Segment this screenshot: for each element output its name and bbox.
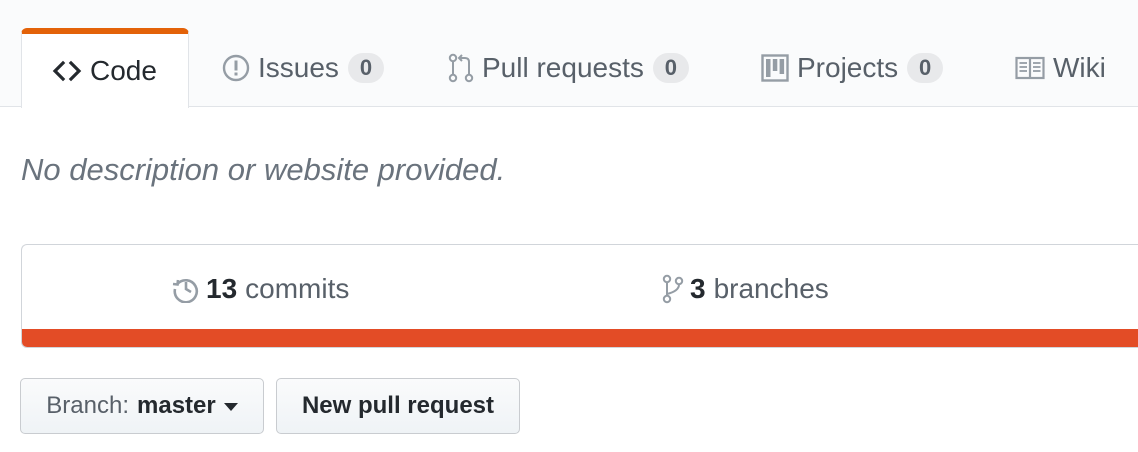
dropdown-caret-icon <box>223 403 238 411</box>
commits-link[interactable]: 13 commits <box>172 271 349 307</box>
tab-projects[interactable]: Projects 0 <box>761 28 944 107</box>
tab-wiki[interactable]: Wiki <box>1015 28 1106 107</box>
repo-summary: 13 commits 3 branches <box>21 244 1138 348</box>
git-pull-request-icon <box>448 53 474 83</box>
repo-description: No description or website provided. <box>21 152 506 187</box>
code-icon <box>52 60 82 82</box>
book-icon <box>1015 56 1045 80</box>
tab-issues-label: Issues <box>258 51 339 83</box>
projects-counter: 0 <box>907 52 944 83</box>
branches-count: 3 <box>690 273 706 304</box>
tab-code-label: Code <box>90 55 157 86</box>
branches-label: branches <box>713 273 829 304</box>
repo-nav: Code Issues 0 Pull requests 0 Projects 0… <box>0 0 1138 108</box>
new-pull-request-button[interactable]: New pull request <box>276 378 520 434</box>
language-bar[interactable] <box>22 329 1138 347</box>
branch-prefix: Branch: <box>46 392 129 419</box>
issue-opened-icon <box>222 54 250 82</box>
tab-wiki-label: Wiki <box>1053 51 1106 83</box>
repo-page: Code Issues 0 Pull requests 0 Projects 0… <box>0 0 1138 452</box>
tab-issues[interactable]: Issues 0 <box>222 28 384 107</box>
tab-pull-requests-label: Pull requests <box>482 51 644 83</box>
branch-name: master <box>137 392 216 419</box>
tab-projects-label: Projects <box>797 51 899 83</box>
issues-counter: 0 <box>347 52 384 83</box>
git-branch-icon <box>662 274 684 304</box>
project-icon <box>761 53 789 82</box>
tab-code[interactable]: Code <box>21 28 189 108</box>
commits-count: 13 <box>206 273 238 304</box>
tab-pull-requests[interactable]: Pull requests 0 <box>448 28 689 107</box>
commits-label: commits <box>245 273 350 304</box>
branch-select-button[interactable]: Branch: master <box>20 378 264 434</box>
pull-requests-counter: 0 <box>652 52 689 83</box>
branches-link[interactable]: 3 branches <box>662 271 829 307</box>
history-icon <box>172 275 200 303</box>
